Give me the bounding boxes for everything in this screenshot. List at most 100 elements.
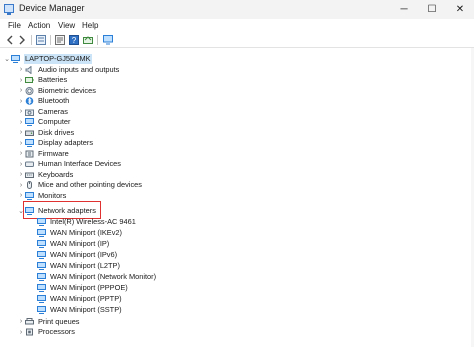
category-label: Display adapters: [38, 138, 94, 147]
tree-item-adapter[interactable]: WAN Miniport (SSTP): [37, 305, 122, 316]
menu-view[interactable]: View: [58, 21, 75, 30]
root-label: LAPTOP-GJ5D4MK: [24, 53, 92, 64]
chevron-right-icon[interactable]: ›: [17, 66, 25, 73]
menu-help[interactable]: Help: [82, 21, 98, 30]
chevron-right-icon[interactable]: ›: [17, 192, 25, 199]
network-adapter-icon: [37, 251, 46, 259]
chevron-right-icon[interactable]: ›: [17, 87, 25, 94]
properties-icon[interactable]: [55, 35, 65, 45]
printer-icon: [25, 317, 34, 324]
title-bar: Device Manager ─ ☐ ✕: [0, 0, 474, 19]
speaker-icon: [25, 65, 32, 74]
tree-item-batteries[interactable]: › Batteries: [17, 75, 67, 86]
minimize-button[interactable]: ─: [390, 0, 418, 19]
show-hide-tree-icon[interactable]: [36, 35, 46, 45]
scan-hardware-icon[interactable]: [83, 35, 93, 45]
tree-item-computer[interactable]: › Computer: [17, 117, 70, 128]
computer-icon: [11, 54, 20, 63]
tree-item-firmware[interactable]: › Firmware: [17, 148, 69, 159]
tree-item-adapter[interactable]: WAN Miniport (IKEv2): [37, 228, 122, 239]
chevron-right-icon[interactable]: ›: [17, 171, 25, 178]
menu-action[interactable]: Action: [28, 21, 50, 30]
device-manager-window: Device Manager ─ ☐ ✕ File Action View He…: [0, 0, 474, 347]
tree-item-bluetooth[interactable]: › Bluetooth: [17, 96, 69, 107]
device-tree[interactable]: ⌄ LAPTOP-GJ5D4MK › Audio inputs and outp…: [0, 48, 474, 347]
tree-item-hid[interactable]: › Human Interface Devices: [17, 159, 121, 170]
category-label: Biometric devices: [38, 85, 96, 95]
adapter-label: WAN Miniport (IPv6): [50, 250, 118, 259]
category-label: Print queues: [38, 316, 80, 326]
tree-item-disk-drives[interactable]: › Disk drives: [17, 127, 74, 138]
forward-icon[interactable]: [17, 35, 27, 45]
tree-item-adapter[interactable]: WAN Miniport (IPv6): [37, 250, 117, 261]
toolbar-separator: [50, 35, 51, 45]
category-label: Audio inputs and outputs: [38, 64, 120, 74]
tree-item-adapter[interactable]: WAN Miniport (Network Monitor): [37, 272, 156, 283]
toolbar: ?: [0, 33, 474, 48]
tree-item-adapter[interactable]: WAN Miniport (PPPOE): [37, 283, 128, 294]
chevron-right-icon[interactable]: ›: [17, 329, 25, 336]
processor-icon: [26, 328, 33, 336]
window-title: Device Manager: [19, 3, 85, 13]
tree-item-keyboards[interactable]: › Keyboards: [17, 169, 74, 180]
battery-icon: [25, 77, 34, 83]
tree-item-processors[interactable]: › Processors: [17, 327, 75, 338]
device-manager-icon: [4, 4, 14, 15]
menu-file[interactable]: File: [8, 21, 21, 30]
chevron-right-icon[interactable]: ›: [17, 129, 25, 136]
adapter-label: WAN Miniport (Network Monitor): [50, 272, 157, 281]
tree-item-cameras[interactable]: › Cameras: [17, 106, 68, 117]
close-button[interactable]: ✕: [446, 0, 474, 19]
tree-item-display-adapters[interactable]: › Display adapters: [17, 138, 93, 149]
category-label: Cameras: [38, 106, 68, 116]
fingerprint-icon: [25, 86, 34, 95]
hid-icon: [25, 161, 34, 167]
chevron-right-icon[interactable]: ›: [17, 150, 25, 157]
network-adapter-icon: [37, 306, 46, 314]
bluetooth-icon: [25, 97, 34, 105]
keyboard-icon: [25, 172, 34, 178]
adapter-label: WAN Miniport (IP): [50, 239, 110, 248]
tree-item-adapter[interactable]: WAN Miniport (PPTP): [37, 294, 122, 305]
mouse-icon: [27, 181, 32, 189]
back-icon[interactable]: [5, 35, 15, 45]
chevron-right-icon[interactable]: ›: [17, 98, 25, 105]
chevron-right-icon[interactable]: ›: [17, 318, 25, 325]
tree-item-monitors[interactable]: › Monitors: [17, 190, 66, 201]
display-adapter-icon: [25, 139, 34, 147]
tree-item-adapter[interactable]: WAN Miniport (IP): [37, 239, 109, 250]
maximize-button[interactable]: ☐: [418, 0, 446, 19]
tree-item-adapter[interactable]: WAN Miniport (L2TP): [37, 261, 120, 272]
category-label: Batteries: [38, 75, 68, 84]
tree-item-biometric[interactable]: › Biometric devices: [17, 85, 96, 96]
adapter-label: WAN Miniport (SSTP): [50, 305, 122, 314]
toolbar-separator: [97, 35, 98, 45]
network-adapter-icon: [37, 273, 46, 281]
help-icon[interactable]: ?: [69, 35, 79, 45]
tree-item-mice[interactable]: › Mice and other pointing devices: [17, 180, 142, 191]
monitor-icon[interactable]: [103, 35, 113, 45]
chevron-right-icon[interactable]: ›: [17, 182, 25, 189]
tree-item-adapter[interactable]: Intel(R) Wireless-AC 9461: [37, 217, 136, 228]
chevron-right-icon[interactable]: ›: [17, 140, 25, 147]
chevron-right-icon[interactable]: ›: [17, 108, 25, 115]
network-adapter-icon: [37, 262, 46, 270]
svg-text:?: ?: [72, 36, 77, 45]
network-adapter-icon: [37, 240, 46, 248]
tree-item-audio[interactable]: › Audio inputs and outputs: [17, 64, 119, 75]
chevron-right-icon[interactable]: ›: [17, 77, 25, 84]
category-label: Keyboards: [38, 169, 74, 179]
chevron-right-icon[interactable]: ›: [17, 119, 25, 126]
tree-root[interactable]: ⌄ LAPTOP-GJ5D4MK: [3, 53, 92, 64]
chevron-right-icon[interactable]: ›: [17, 161, 25, 168]
chevron-down-icon[interactable]: ⌄: [3, 55, 11, 63]
category-label: Disk drives: [38, 127, 75, 137]
monitor-icon: [25, 191, 34, 200]
category-label: Mice and other pointing devices: [38, 180, 142, 189]
menu-bar: File Action View Help: [0, 19, 474, 33]
disk-drive-icon: [25, 130, 34, 136]
category-label: Processors: [38, 327, 75, 336]
category-label: Firmware: [38, 148, 69, 158]
tree-item-print-queues[interactable]: › Print queues: [17, 316, 80, 327]
category-label: Bluetooth: [38, 96, 70, 105]
